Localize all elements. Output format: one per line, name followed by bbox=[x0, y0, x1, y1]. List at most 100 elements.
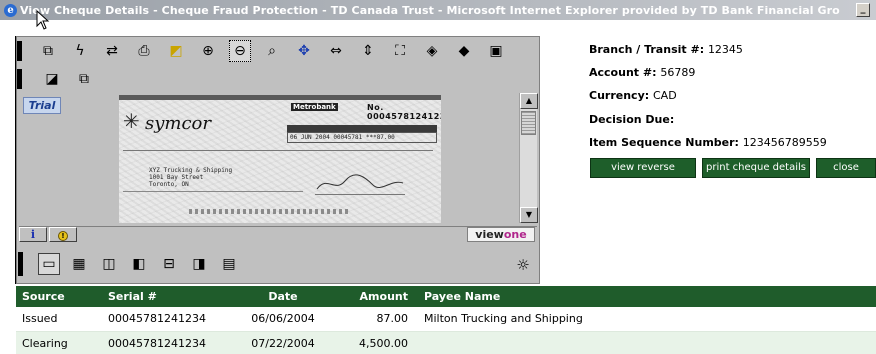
split-horizontal-icon[interactable]: ⊟ bbox=[158, 253, 180, 275]
cell-date: 07/22/2004 bbox=[238, 331, 328, 354]
cell-source: Issued bbox=[16, 307, 102, 332]
branch-transit-label: Branch / Transit #: bbox=[589, 43, 705, 56]
single-page-icon[interactable]: ▭ bbox=[38, 253, 60, 275]
cheque-memo-line bbox=[123, 191, 303, 192]
fit-page-icon[interactable]: ⛶ bbox=[389, 40, 411, 62]
cell-date: 06/06/2004 bbox=[238, 307, 328, 332]
currency-label: Currency: bbox=[589, 89, 650, 103]
thumbnails-icon[interactable]: ▦ bbox=[68, 253, 90, 275]
side-by-side-icon[interactable]: ◧ bbox=[128, 253, 150, 275]
branch-transit-value: 12345 bbox=[707, 43, 743, 56]
view-mode-toolbar: ▭ ▦ ◫ ◧ ⊟ ◨ ▤ ☼ bbox=[18, 250, 542, 280]
cell-serial: 00045781241234 bbox=[102, 331, 238, 354]
currency-row: Currency: CAD bbox=[589, 89, 869, 112]
viewer-toolbar-row-2: ◪ ⧉ bbox=[41, 67, 105, 91]
cascade-icon[interactable]: ⧉ bbox=[73, 68, 95, 90]
toolbar-grip[interactable] bbox=[17, 41, 22, 61]
cell-amount: 4,500.00 bbox=[328, 331, 414, 354]
cheque-payee-address: XYZ Trucking & Shipping 1001 Bay Street … bbox=[149, 167, 233, 188]
document-canvas[interactable]: Trial ✳ symcor Metrobank No. 00045781241… bbox=[19, 93, 519, 223]
cheque-micr-line bbox=[189, 209, 349, 214]
cheque-logo: symcor bbox=[145, 113, 211, 134]
lightning-icon[interactable]: ϟ bbox=[69, 40, 91, 62]
brightness-icon[interactable]: ☼ bbox=[512, 254, 534, 276]
window-title-bar: e View Cheque Details - Cheque Fraud Pro… bbox=[0, 0, 876, 20]
zoom-in-icon[interactable]: ⊕ bbox=[197, 40, 219, 62]
cheque-info-header bbox=[287, 125, 437, 132]
cell-payee bbox=[414, 331, 876, 354]
trial-badge: Trial bbox=[23, 97, 61, 114]
cell-serial: 00045781241234 bbox=[102, 307, 238, 332]
signature-icon bbox=[316, 174, 404, 190]
cheque-pay-line bbox=[123, 150, 433, 151]
print-icon[interactable]: ⎙ bbox=[133, 40, 155, 62]
item-sequence-value: 123456789559 bbox=[742, 135, 827, 149]
page-icon[interactable]: ▣ bbox=[485, 40, 507, 62]
item-sequence-row: Item Sequence Number: 123456789559 bbox=[589, 136, 869, 159]
scroll-down-arrow-icon[interactable]: ▼ bbox=[520, 207, 538, 223]
cell-amount: 87.00 bbox=[328, 307, 414, 332]
brand-part-view: view bbox=[475, 228, 504, 241]
cell-source: Clearing bbox=[16, 331, 102, 354]
fit-width-icon[interactable]: ⇔ bbox=[325, 40, 347, 62]
close-button[interactable]: close bbox=[816, 158, 876, 178]
copy-icon[interactable]: ⧉ bbox=[37, 40, 59, 62]
warning-button[interactable]: ! bbox=[49, 227, 77, 242]
toolbar-grip[interactable] bbox=[17, 69, 22, 89]
swap-icon[interactable]: ⇄ bbox=[101, 40, 123, 62]
fit-height-icon[interactable]: ⇕ bbox=[357, 40, 379, 62]
split-vertical-icon[interactable]: ◨ bbox=[188, 253, 210, 275]
cheque-details-panel: Branch / Transit #: 12345 Account #: 567… bbox=[589, 43, 869, 159]
brand-part-one: one bbox=[503, 228, 527, 241]
cheque-image[interactable]: ✳ symcor Metrobank No. 00045781241234 06… bbox=[119, 95, 441, 223]
column-header-payee: Payee Name bbox=[414, 286, 876, 307]
viewer-toolbar-row-1: ⧉ ϟ ⇄ ⎙ ◩ ⊕ ⊖ ⌕ ✥ ⇔ ⇕ ⛶ ◈ ◆ ▣ bbox=[37, 39, 517, 63]
branch-transit-row: Branch / Transit #: 12345 bbox=[589, 43, 869, 66]
column-header-date: Date bbox=[238, 286, 328, 307]
cheque-image-viewer: ⧉ ϟ ⇄ ⎙ ◩ ⊕ ⊖ ⌕ ✥ ⇔ ⇕ ⛶ ◈ ◆ ▣ ◪ ⧉ Trial … bbox=[16, 36, 540, 284]
table-row: Clearing 00045781241234 07/22/2004 4,500… bbox=[16, 331, 876, 354]
scroll-up-arrow-icon[interactable]: ▲ bbox=[520, 93, 538, 109]
select-icon[interactable]: ◩ bbox=[165, 40, 187, 62]
window-title: View Cheque Details - Cheque Fraud Prote… bbox=[20, 3, 840, 17]
account-row: Account #: 56789 bbox=[589, 66, 869, 89]
currency-value: CAD bbox=[652, 89, 677, 103]
cheque-signature bbox=[315, 171, 405, 195]
cheque-number: No. 00045781241234 bbox=[367, 103, 441, 121]
toolbar-grip[interactable] bbox=[18, 252, 23, 276]
symcor-logo-icon: ✳ bbox=[123, 109, 140, 133]
rotate-left-icon[interactable]: ◈ bbox=[421, 40, 443, 62]
account-label: Account #: bbox=[589, 66, 657, 80]
mouse-cursor-icon bbox=[36, 10, 50, 30]
action-buttons: view reverse print cheque details close bbox=[590, 158, 876, 178]
scroll-thumb[interactable] bbox=[521, 111, 536, 135]
zoom-window-icon[interactable]: ⌕ bbox=[261, 40, 283, 62]
cell-payee: Milton Trucking and Shipping bbox=[414, 307, 876, 332]
column-header-amount: Amount bbox=[328, 286, 414, 307]
print-cheque-details-button[interactable]: print cheque details bbox=[702, 158, 810, 178]
viewone-brand: viewone bbox=[467, 227, 535, 242]
rotate-right-icon[interactable]: ◆ bbox=[453, 40, 475, 62]
cheque-info-box: 06 JUN 2004 00045781 ***87.00 bbox=[287, 132, 437, 143]
table-header-row: Source Serial # Date Amount Payee Name bbox=[16, 286, 876, 307]
decision-due-row: Decision Due: bbox=[589, 113, 869, 136]
minimize-button[interactable]: _ bbox=[856, 3, 870, 17]
decision-due-label: Decision Due: bbox=[589, 112, 675, 126]
pan-icon[interactable]: ✥ bbox=[293, 40, 315, 62]
warning-icon: ! bbox=[58, 231, 68, 241]
viewer-status-bar: i ! viewone bbox=[19, 226, 537, 242]
item-sequence-label: Item Sequence Number: bbox=[589, 135, 739, 149]
view-reverse-button[interactable]: view reverse bbox=[590, 158, 696, 178]
account-value: 56789 bbox=[660, 66, 696, 80]
column-header-source: Source bbox=[16, 286, 102, 307]
info-icon[interactable]: i bbox=[19, 227, 47, 242]
multi-page-icon[interactable]: ▤ bbox=[218, 253, 240, 275]
internet-explorer-icon: e bbox=[4, 3, 17, 17]
zoom-out-icon[interactable]: ⊖ bbox=[229, 40, 251, 62]
column-header-serial: Serial # bbox=[102, 286, 238, 307]
two-page-icon[interactable]: ◫ bbox=[98, 253, 120, 275]
table-row: Issued 00045781241234 06/06/2004 87.00 M… bbox=[16, 307, 876, 332]
viewer-vertical-scrollbar[interactable]: ▲ ▼ bbox=[519, 93, 538, 223]
invert-icon[interactable]: ◪ bbox=[41, 68, 63, 90]
cheque-bank-name: Metrobank bbox=[291, 103, 338, 111]
